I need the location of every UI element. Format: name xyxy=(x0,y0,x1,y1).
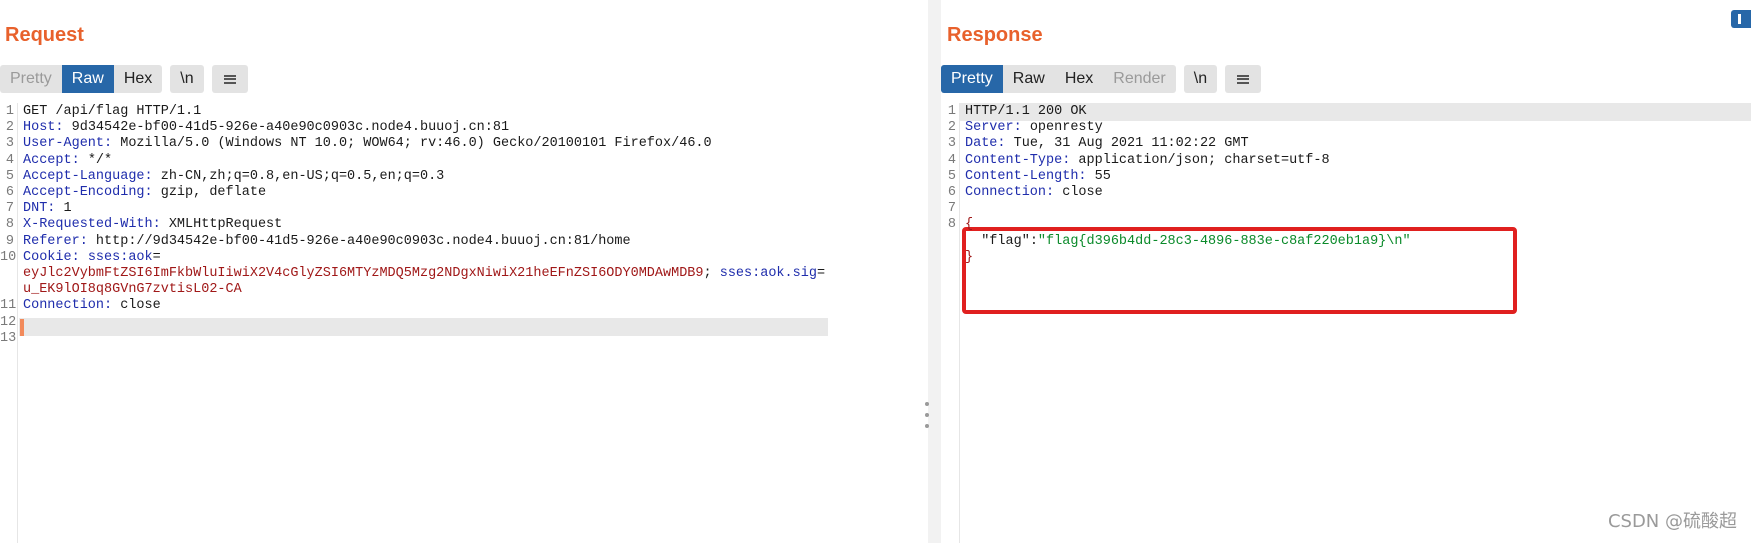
panel-toggle-icon[interactable] xyxy=(1731,10,1751,28)
response-toolbar: Pretty Raw Hex Render \n xyxy=(941,65,1262,93)
code-token: Host: xyxy=(23,120,64,136)
watermark: CSDN @硫酸超 xyxy=(1607,511,1737,532)
splitter-grip-icon[interactable] xyxy=(925,402,929,428)
response-tab-pretty[interactable]: Pretty xyxy=(941,65,1003,93)
line-code: } xyxy=(965,249,973,267)
request-pane: Request Pretty Raw Hex \n 1 GET /api/flag H… xyxy=(0,0,928,543)
code-token: zh-CN,zh;q=0.8,en-US;q=0.5,en;q=0.3 xyxy=(152,168,445,184)
response-tab-raw[interactable]: Raw xyxy=(1003,65,1055,93)
code-token: Accept: xyxy=(23,152,80,168)
code-token: = xyxy=(816,266,826,281)
code-token: "flag" xyxy=(965,233,1030,249)
response-title: Response xyxy=(947,24,1043,46)
code-token: "flag{d396b4dd-28c3-4896-883e-c8af220eb1… xyxy=(1037,233,1411,249)
request-tab-pretty[interactable]: Pretty xyxy=(0,65,62,93)
code-token: 9d34542e-bf00-41d5-926e-a40e90c0903c.nod… xyxy=(63,120,510,136)
request-editor[interactable]: 1 GET /api/flag HTTP/1.1 2 Host: 9d34542e-b… xyxy=(0,103,928,543)
response-pane: Response Pretty Raw Hex Render \n 1 HTTP/1.1… xyxy=(941,0,1751,543)
line-number: 13 xyxy=(0,330,17,346)
response-tab-render[interactable]: Render xyxy=(1103,65,1175,93)
request-toolbar: Pretty Raw Hex \n xyxy=(0,65,248,93)
response-line: } xyxy=(941,249,1751,267)
request-view-tabs: Pretty Raw Hex xyxy=(0,65,163,93)
code-token: HTTP/1.1 200 OK xyxy=(965,104,1087,119)
code-token: { xyxy=(965,217,974,233)
code-token: Connection: xyxy=(23,298,113,314)
code-token: DNT: xyxy=(23,201,56,217)
code-token: = xyxy=(152,249,161,265)
code-token: openresty xyxy=(1021,120,1103,136)
hamburger-icon xyxy=(1237,74,1250,84)
request-tab-hex[interactable]: Hex xyxy=(114,65,162,93)
code-token: Referer: xyxy=(23,233,88,249)
code-token: gzip, deflate xyxy=(152,185,267,200)
code-token: Tue, 31 Aug 2021 11:02:22 GMT xyxy=(1005,136,1249,152)
code-token: Cookie: xyxy=(23,249,80,265)
code-token: sses:aok xyxy=(79,249,153,265)
code-token: close xyxy=(1054,185,1103,200)
request-tab-raw[interactable]: Raw xyxy=(61,65,114,93)
code-token: application/json; charset=utf-8 xyxy=(1070,152,1330,168)
code-token: } xyxy=(965,249,974,265)
code-token: http://9d34542e-bf00-41d5-926e-a40e90c09… xyxy=(87,233,631,249)
code-token: XMLHttpRequest xyxy=(160,217,283,233)
code-token: Connection: xyxy=(965,185,1055,200)
request-newline-toggle[interactable]: \n xyxy=(170,65,204,93)
code-token: Mozilla/5.0 (Windows NT 10.0; WOW64; rv:… xyxy=(112,136,712,152)
code-token: Content-Type: xyxy=(965,152,1071,168)
code-token: 55 xyxy=(1086,168,1111,184)
code-token: Content-Length: xyxy=(965,168,1087,184)
code-token: Server: xyxy=(965,120,1022,136)
response-menu-button[interactable] xyxy=(1225,65,1262,93)
pane-splitter[interactable] xyxy=(928,0,941,543)
hamburger-icon xyxy=(223,74,236,84)
code-token: Date: xyxy=(965,136,1006,152)
request-line: 13 xyxy=(0,330,928,348)
response-tab-hex[interactable]: Hex xyxy=(1055,65,1103,93)
code-token: sses:aok.sig xyxy=(719,266,817,281)
request-menu-button[interactable] xyxy=(211,65,248,93)
request-title: Request xyxy=(5,24,84,46)
code-token: GET /api/flag HTTP/1.1 xyxy=(23,104,202,119)
code-token: Accept-Encoding: xyxy=(23,185,153,200)
code-token: eyJlc2VybmFtZSI6ImFkbWluIiwiX2V4cGlyZSI6… xyxy=(23,266,704,281)
code-token: User-Agent: xyxy=(23,136,113,152)
code-token: X-Requested-With: xyxy=(23,217,161,233)
code-token: u_EK9lOI8q8GVnG7zvtisL02-CA xyxy=(23,282,242,298)
code-token: 1 xyxy=(55,201,72,217)
code-token: close xyxy=(112,298,161,314)
code-token: Accept-Language: xyxy=(23,168,153,184)
code-token: ; xyxy=(703,266,720,281)
response-newline-toggle[interactable]: \n xyxy=(1183,65,1218,93)
response-view-tabs: Pretty Raw Hex Render xyxy=(941,65,1176,93)
response-editor[interactable]: 1 HTTP/1.1 200 OK 2 Server: openresty 3 Date:… xyxy=(941,103,1751,543)
code-token: : xyxy=(1029,233,1038,249)
code-token: */* xyxy=(79,152,113,168)
